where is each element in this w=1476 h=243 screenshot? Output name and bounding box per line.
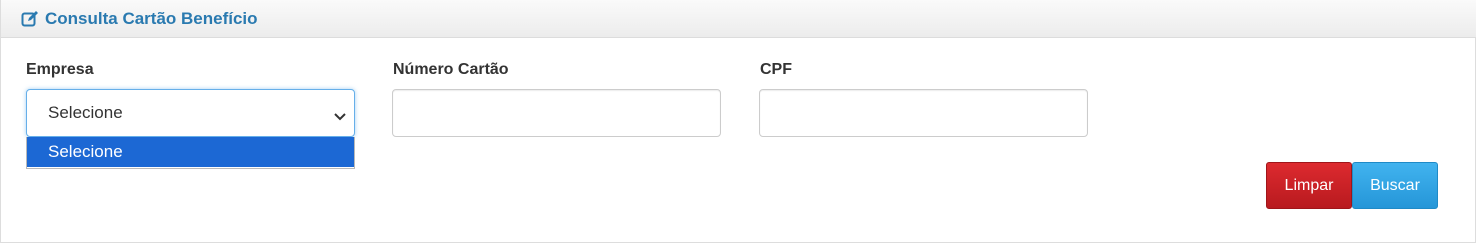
- page-title: Consulta Cartão Benefício: [45, 8, 258, 28]
- limpar-button[interactable]: Limpar: [1266, 162, 1352, 209]
- empresa-option-selecione[interactable]: Selecione: [27, 137, 354, 167]
- numero-cartao-label: Número Cartão: [393, 61, 509, 78]
- numero-cartao-input[interactable]: [392, 89, 721, 137]
- empresa-select[interactable]: Selecione: [26, 89, 355, 137]
- edit-icon: [21, 10, 39, 28]
- buscar-button[interactable]: Buscar: [1352, 162, 1438, 209]
- cpf-input[interactable]: [759, 89, 1088, 137]
- panel-header: Consulta Cartão Benefício: [1, 0, 1476, 38]
- cpf-label: CPF: [760, 61, 792, 78]
- empresa-dropdown-list: Selecione: [26, 137, 355, 169]
- empresa-select-value: Selecione: [48, 103, 123, 122]
- chevron-down-icon: [334, 108, 346, 121]
- empresa-label: Empresa: [26, 61, 94, 78]
- consulta-panel: Consulta Cartão Benefício Empresa Seleci…: [0, 0, 1476, 243]
